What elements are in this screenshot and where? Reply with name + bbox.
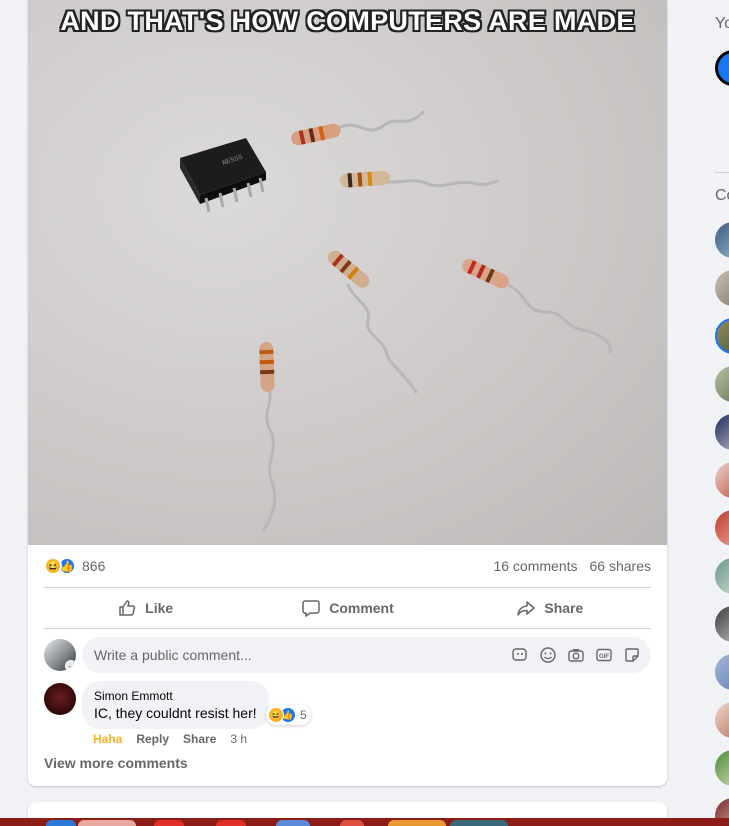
taskbar-app-icon[interactable] (276, 820, 310, 826)
sticker-icon[interactable] (623, 646, 641, 664)
avatar-sticker-icon[interactable] (511, 646, 529, 664)
camera-icon[interactable] (567, 646, 585, 664)
contact-avatar[interactable] (715, 606, 729, 642)
share-label: Share (544, 600, 584, 616)
taskbar-app-icon[interactable] (340, 820, 364, 826)
comment-input[interactable]: Write a public comment... GIF (82, 637, 651, 673)
ic-chip: NE555 (180, 138, 266, 213)
post-card: NE555 AND THAT'S HOW COMPUTERS ARE MADE … (28, 0, 667, 786)
post-stats: 😆 👍 866 16 comments 66 shares (44, 552, 651, 580)
contacts-title: Co (715, 187, 729, 204)
resistor-leads (262, 110, 612, 532)
comment-placeholder: Write a public comment... (94, 647, 252, 663)
divider (44, 587, 651, 588)
like-button[interactable]: Like (44, 589, 246, 627)
sidebar-divider (715, 172, 729, 173)
divider (44, 628, 651, 629)
taskbar-app-icon[interactable] (388, 820, 446, 826)
sidebar-section-title: Yo (715, 15, 729, 32)
comment-label: Comment (329, 600, 394, 616)
contact-avatar[interactable] (715, 222, 729, 258)
meme-illustration: NE555 (180, 110, 612, 532)
reaction-count[interactable]: 866 (82, 558, 105, 574)
page-avatar[interactable] (715, 50, 729, 86)
share-button[interactable]: Share (449, 589, 651, 627)
shares-count[interactable]: 66 shares (590, 558, 651, 574)
svg-text:GIF: GIF (599, 654, 609, 660)
comment-button[interactable]: Comment (246, 589, 448, 627)
current-user-avatar[interactable]: ⌄ (44, 639, 76, 671)
taskbar-app-icon[interactable] (450, 820, 508, 826)
contact-avatar[interactable] (715, 510, 729, 546)
comment-actions: Haha Reply Share 3 h (93, 732, 247, 746)
contact-avatar[interactable] (715, 462, 729, 498)
comment-author[interactable]: Simon Emmott (94, 689, 257, 703)
chevron-down-icon[interactable]: ⌄ (65, 660, 76, 671)
contact-avatar[interactable] (715, 414, 729, 450)
comment-reaction-count: 5 (300, 708, 307, 722)
taskbar-app-icon[interactable] (78, 820, 136, 826)
view-more-comments[interactable]: View more comments (44, 755, 188, 771)
comment-timestamp[interactable]: 3 h (230, 732, 247, 746)
contact-avatar[interactable] (715, 750, 729, 786)
comment-haha-button[interactable]: Haha (93, 732, 122, 746)
contact-avatar[interactable] (715, 270, 729, 306)
meme-caption: AND THAT'S HOW COMPUTERS ARE MADE (60, 6, 635, 36)
haha-icon: 😆 (268, 707, 284, 723)
composer-icons: GIF (511, 646, 641, 664)
comment-composer: ⌄ Write a public comment... GIF (44, 637, 651, 673)
comments-count[interactable]: 16 comments (493, 558, 577, 574)
contact-avatar[interactable] (715, 654, 729, 690)
contact-avatar[interactable] (715, 702, 729, 738)
comment-reactions[interactable]: 😆 👍 5 (266, 705, 311, 725)
commenter-avatar[interactable] (44, 683, 76, 715)
comment-bubble: Simon Emmott IC, they couldnt resist her… (82, 681, 269, 729)
comment-icon (302, 600, 320, 617)
taskbar-app-icon[interactable] (216, 820, 246, 826)
comment-reply-button[interactable]: Reply (136, 732, 169, 746)
comment-share-button[interactable]: Share (183, 732, 216, 746)
share-icon (517, 601, 536, 616)
like-label: Like (145, 600, 174, 616)
contact-avatar[interactable] (715, 558, 729, 594)
taskbar-app-icon[interactable] (154, 820, 184, 826)
reaction-summary[interactable]: 😆 👍 866 (44, 557, 105, 575)
contact-avatar[interactable] (715, 318, 729, 354)
comment-text: IC, they couldnt resist her! (94, 705, 257, 721)
taskbar-app-icon[interactable] (46, 820, 76, 826)
haha-icon: 😆 (44, 557, 62, 575)
contact-avatar[interactable] (715, 366, 729, 402)
emoji-icon[interactable] (539, 646, 557, 664)
post-actions: Like Comment Share (44, 589, 651, 627)
thumbs-up-icon (119, 600, 136, 616)
post-image[interactable]: NE555 AND THAT'S HOW COMPUTERS ARE MADE (28, 0, 667, 545)
gif-icon[interactable]: GIF (595, 646, 613, 664)
